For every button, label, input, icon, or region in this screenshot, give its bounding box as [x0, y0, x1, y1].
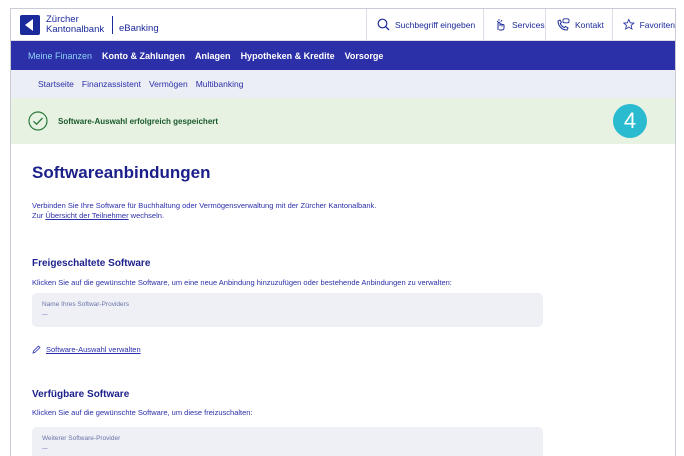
bank-name-line2: Kantonalbank — [46, 24, 105, 35]
step-badge: 4 — [613, 104, 647, 138]
search-icon — [377, 18, 390, 31]
intro-suffix: wechseln. — [130, 210, 165, 220]
contact-label: Kontakt — [575, 19, 604, 30]
nav-konto-zahlungen[interactable]: Konto & Zahlungen — [102, 51, 185, 61]
manage-software-link[interactable]: Software-Auswahl verwalten — [32, 345, 141, 354]
bank-name: Zürcher Kantonalbank — [46, 15, 108, 35]
search-placeholder: Suchbegriff eingeben — [395, 19, 476, 30]
provider-card-label: Name Ihres Softwar-Providers — [42, 301, 130, 308]
provider-card-value: ... — [42, 310, 48, 317]
browser-frame: Zürcher Kantonalbank eBanking Suchbegrif… — [10, 8, 676, 456]
pencil-icon — [32, 345, 41, 354]
nav-anlagen[interactable]: Anlagen — [195, 51, 231, 61]
nav-meine-finanzen[interactable]: Meine Finanzen — [28, 51, 92, 61]
available-card-value: ... — [42, 444, 48, 451]
manage-software-label: Software-Auswahl verwalten — [46, 345, 141, 354]
logo-divider — [112, 16, 113, 34]
intro-line: Verbinden Sie Ihre Software für Buchhalt… — [32, 201, 377, 210]
success-message: Software-Auswahl erfolgreich gespeichert — [58, 116, 219, 126]
favorites-button[interactable]: Favoriten — [612, 9, 675, 40]
hand-touch-icon — [496, 19, 505, 31]
nav-hypotheken-kredite[interactable]: Hypotheken & Kredite — [241, 51, 335, 61]
success-banner: Software-Auswahl erfolgreich gespeichert… — [11, 98, 675, 144]
contact-button[interactable]: Kontakt — [545, 9, 611, 40]
software-provider-card[interactable]: Name Ihres Softwar-Providers ... — [32, 293, 543, 327]
available-software-heading: Verfügbare Software — [32, 389, 130, 400]
check-circle-icon — [28, 111, 48, 131]
phone-chat-icon — [557, 18, 570, 31]
intro-prefix: Zur — [32, 210, 44, 220]
services-label: Services — [512, 19, 545, 30]
star-icon — [623, 18, 635, 30]
favorites-label: Favoriten — [639, 19, 675, 30]
subnav-startseite[interactable]: Startseite — [38, 79, 74, 89]
subnav-multibanking[interactable]: Multibanking — [196, 79, 244, 89]
bank-logo[interactable]: Zürcher Kantonalbank eBanking — [20, 15, 159, 35]
activated-software-description: Klicken Sie auf die gewünschte Software,… — [32, 278, 452, 287]
page-title: Softwareanbindungen — [32, 163, 211, 182]
activated-software-heading: Freigeschaltete Software — [32, 258, 151, 269]
search-input[interactable]: Suchbegriff eingeben — [366, 9, 481, 40]
subnav-finanzassistent[interactable]: Finanzassistent — [82, 79, 141, 89]
top-bar: Zürcher Kantonalbank eBanking Suchbegrif… — [11, 9, 675, 41]
available-provider-card[interactable]: Weiterer Software-Provider ... — [32, 427, 543, 456]
available-software-description: Klicken Sie auf die gewünschte Software,… — [32, 408, 253, 417]
app-name: eBanking — [119, 22, 159, 34]
main-navigation: Meine Finanzen Konto & Zahlungen Anlagen… — [11, 41, 675, 70]
services-button[interactable]: Services — [483, 9, 545, 40]
intro-text: Verbinden Sie Ihre Software für Buchhalt… — [32, 201, 376, 220]
sub-navigation: Startseite Finanzassistent Vermögen Mult… — [11, 70, 675, 98]
participants-overview-link[interactable]: Übersicht der Teilnehmer — [45, 211, 128, 220]
subnav-vermoegen[interactable]: Vermögen — [149, 79, 188, 89]
zkb-logo-icon — [20, 15, 40, 35]
available-card-label: Weiterer Software-Provider — [42, 435, 121, 442]
nav-vorsorge[interactable]: Vorsorge — [345, 51, 384, 61]
